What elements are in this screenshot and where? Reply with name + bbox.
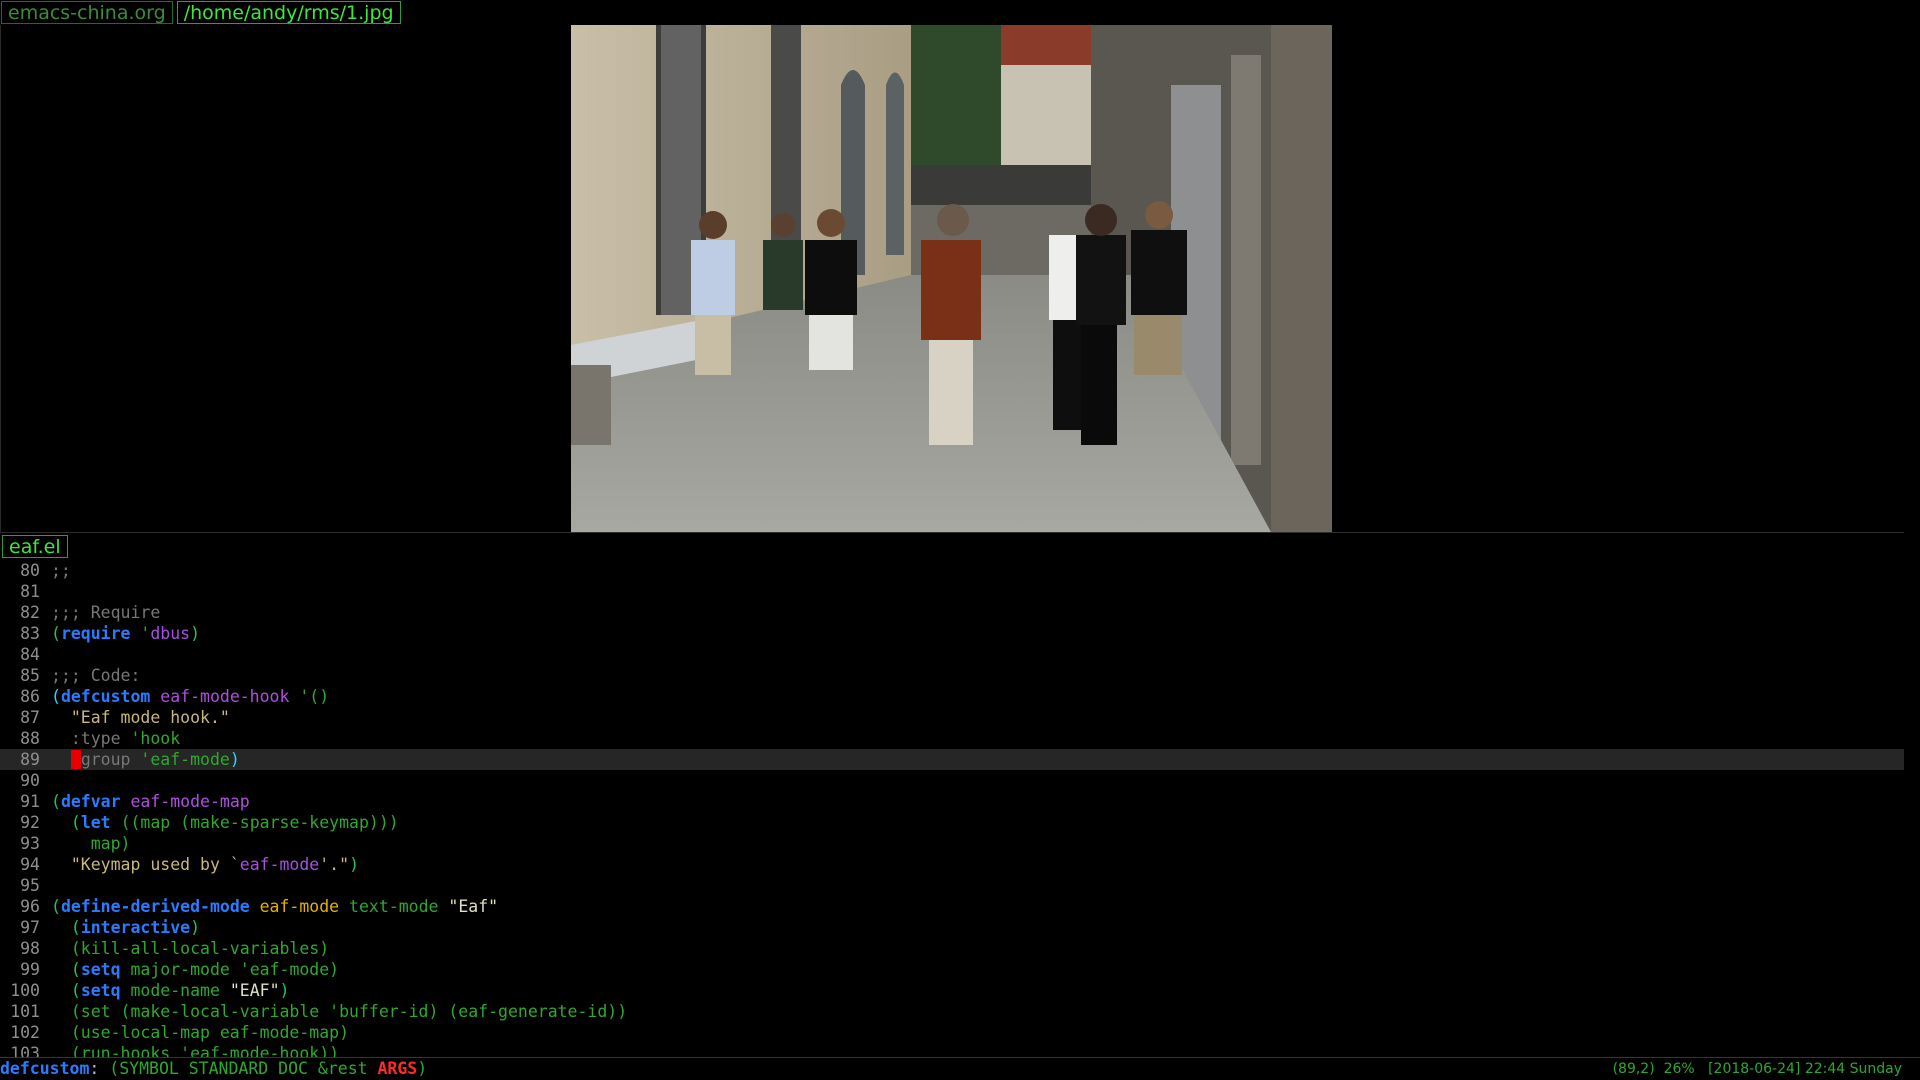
code-line: 92 (let ((map (make-sparse-keymap))) — [0, 812, 1904, 833]
eldoc-colon: : — [89, 1059, 100, 1078]
photo-image — [571, 25, 1332, 532]
line-number: 88 — [20, 729, 40, 748]
tab-bar: emacs-china.org /home/andy/rms/1.jpg — [0, 0, 1920, 25]
line-number: 83 — [20, 624, 40, 643]
line-number: 87 — [20, 708, 40, 727]
eldoc-args-highlight: ARGS — [377, 1059, 418, 1078]
code-line: 83 (require 'dbus) — [0, 623, 1904, 644]
code-text: (use-local-map eaf-mode-map) — [51, 1023, 350, 1042]
echo-area: defcustom: (SYMBOL STANDARD DOC &rest AR… — [0, 1058, 1920, 1080]
line-number: 96 — [20, 897, 40, 916]
line-number: 97 — [20, 918, 40, 937]
code-line: 94 "Keymap used by `eaf-mode'.") — [0, 854, 1904, 875]
code-text: ;;; Code: — [51, 666, 141, 685]
code-line: 90 — [0, 770, 1904, 791]
line-number: 93 — [20, 834, 40, 853]
code-line: 102 (use-local-map eaf-mode-map) — [0, 1022, 1904, 1043]
line-number: 94 — [20, 855, 40, 874]
photo-group-walking-icon — [571, 25, 1332, 532]
code-line: 98 (kill-all-local-variables) — [0, 938, 1904, 959]
line-number: 91 — [20, 792, 40, 811]
code-line: 80;; — [0, 560, 1904, 581]
eldoc-args: (SYMBOL STANDARD DOC &rest — [99, 1059, 378, 1078]
code-line: 93 map) — [0, 833, 1904, 854]
line-number: 86 — [20, 687, 40, 706]
line-number: 103 — [10, 1044, 40, 1057]
pane-divider — [0, 532, 1904, 533]
line-number: 89 — [20, 750, 40, 769]
line-number: 82 — [20, 603, 40, 622]
line-number: 101 — [10, 1002, 40, 1021]
line-number: 92 — [20, 813, 40, 832]
code-text: (run-hooks 'eaf-mode-hook)) — [51, 1044, 340, 1057]
code-line: 85 ;;; Code: — [0, 665, 1904, 686]
code-line: 100 (setq mode-name "EAF") — [0, 980, 1904, 1001]
code-line: 97 (interactive) — [0, 917, 1904, 938]
code-line: 87 "Eaf mode hook." — [0, 707, 1904, 728]
line-number: 100 — [10, 981, 40, 1000]
code-line: 103 (run-hooks 'eaf-mode-hook)) — [0, 1043, 1904, 1057]
code-line: 81 — [0, 581, 1904, 602]
code-line: 86 (defcustom eaf-mode-hook '() — [0, 686, 1904, 707]
code-text: (set (make-local-variable 'buffer-id) (e… — [51, 1002, 628, 1021]
code-line: 82 ;;; Require — [0, 602, 1904, 623]
code-line: 99 (setq major-mode 'eaf-mode) — [0, 959, 1904, 980]
line-number: 98 — [20, 939, 40, 958]
code-text: ;; — [51, 561, 71, 580]
tab-eaf-el[interactable]: eaf.el — [2, 535, 68, 558]
code-line-current: 89 :group 'eaf-mode) — [0, 749, 1904, 770]
eldoc-function: defcustom — [0, 1059, 90, 1078]
image-viewer-pane — [0, 25, 1904, 532]
clock: [2018-06-24] 22:44 Sunday — [1708, 1061, 1902, 1077]
tab-emacs-china[interactable]: emacs-china.org — [1, 1, 173, 24]
code-line: 95 — [0, 875, 1904, 896]
code-text: "Eaf mode hook." — [51, 708, 230, 727]
text-cursor: : — [70, 750, 81, 769]
line-number: 102 — [10, 1023, 40, 1042]
cursor-position: (89,2) — [1612, 1061, 1655, 1077]
emacs-frame: emacs-china.org /home/andy/rms/1.jpg eaf… — [0, 0, 1920, 1080]
buffer-percent: 26% — [1663, 1061, 1695, 1077]
line-number: 95 — [20, 876, 40, 895]
line-number: 84 — [20, 645, 40, 664]
tab-image-file[interactable]: /home/andy/rms/1.jpg — [176, 1, 401, 24]
code-editor[interactable]: 80;; 81 82;;; Require 83 (require 'dbus) … — [0, 560, 1904, 1057]
line-number: 90 — [20, 771, 40, 790]
eldoc-close: ) — [417, 1059, 428, 1078]
status-info: (89,2) 26% [2018-06-24] 22:44 Sunday — [1613, 1058, 1902, 1080]
code-text: ;;; Require — [51, 603, 161, 622]
code-line: 96 (define-derived-mode eaf-mode text-mod… — [0, 896, 1904, 917]
code-line: 88 :type 'hook — [0, 728, 1904, 749]
code-line: 101 (set (make-local-variable 'buffer-id… — [0, 1001, 1904, 1022]
line-number: 99 — [20, 960, 40, 979]
code-line: 91 (defvar eaf-mode-map — [0, 791, 1904, 812]
line-number: 80 — [20, 561, 40, 580]
line-number: 81 — [20, 582, 40, 601]
line-number: 85 — [20, 666, 40, 685]
code-line: 84 — [0, 644, 1904, 665]
code-text: (kill-all-local-variables) — [51, 939, 330, 958]
code-text: map) — [51, 834, 131, 853]
